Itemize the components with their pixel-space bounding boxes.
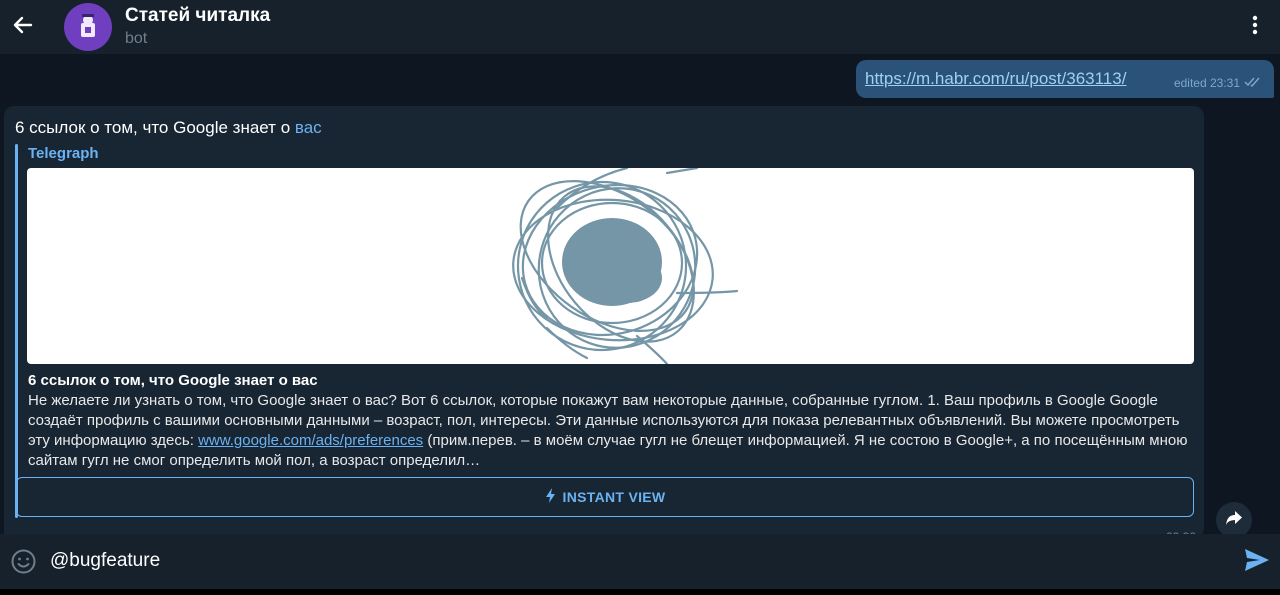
message-text: 6 ссылок о том, что Google знает о вас — [15, 118, 322, 138]
emoji-button[interactable] — [10, 548, 37, 575]
preview-title: 6 ссылок о том, что Google знает о вас — [28, 372, 318, 389]
message-input[interactable] — [50, 550, 1220, 572]
chat-header: Статей читалка bot — [0, 0, 1280, 54]
lightning-icon — [545, 488, 556, 506]
more-menu-button[interactable] — [1242, 14, 1268, 40]
more-vertical-icon — [1252, 15, 1258, 40]
instant-view-label: INSTANT VIEW — [562, 489, 666, 505]
share-button[interactable] — [1216, 502, 1252, 538]
message-meta: edited 23:31 — [1174, 76, 1262, 90]
instant-view-button[interactable]: INSTANT VIEW — [16, 477, 1194, 517]
outgoing-link[interactable]: https://m.habr.com/ru/post/363113/ — [865, 69, 1126, 89]
scribble-illustration — [512, 168, 739, 364]
preview-accent-bar — [15, 144, 18, 518]
message-text-link[interactable]: вас — [295, 118, 322, 137]
bottom-strip — [0, 589, 1280, 595]
preview-description: Не желаете ли узнать о том, что Google з… — [28, 391, 1196, 471]
message-text-plain: 6 ссылок о том, что Google знает о — [15, 118, 295, 137]
chat-area[interactable]: https://m.habr.com/ru/post/363113/ edite… — [0, 54, 1280, 544]
double-check-icon — [1244, 76, 1262, 90]
chat-title-block[interactable]: Статей читалка bot — [125, 5, 270, 49]
preview-desc-link[interactable]: www.google.com/ads/preferences — [198, 432, 423, 449]
chat-title: Статей читалка — [125, 5, 271, 26]
send-icon — [1244, 549, 1270, 576]
message-input-bar — [0, 534, 1280, 589]
arrow-left-icon — [12, 14, 34, 41]
incoming-message[interactable]: 6 ссылок о том, что Google знает о вас T… — [4, 106, 1204, 544]
preview-image[interactable] — [27, 168, 1194, 364]
share-arrow-icon — [1225, 510, 1243, 531]
preview-site-name: Telegraph — [28, 145, 99, 162]
chat-subtitle: bot — [125, 30, 148, 47]
emoji-icon — [10, 549, 37, 579]
avatar[interactable] — [64, 3, 112, 51]
outgoing-message[interactable]: https://m.habr.com/ru/post/363113/ edite… — [856, 60, 1274, 98]
back-button[interactable] — [0, 0, 46, 54]
edited-time: edited 23:31 — [1173, 76, 1240, 90]
send-button[interactable] — [1244, 548, 1272, 576]
bot-avatar-icon — [81, 14, 95, 37]
